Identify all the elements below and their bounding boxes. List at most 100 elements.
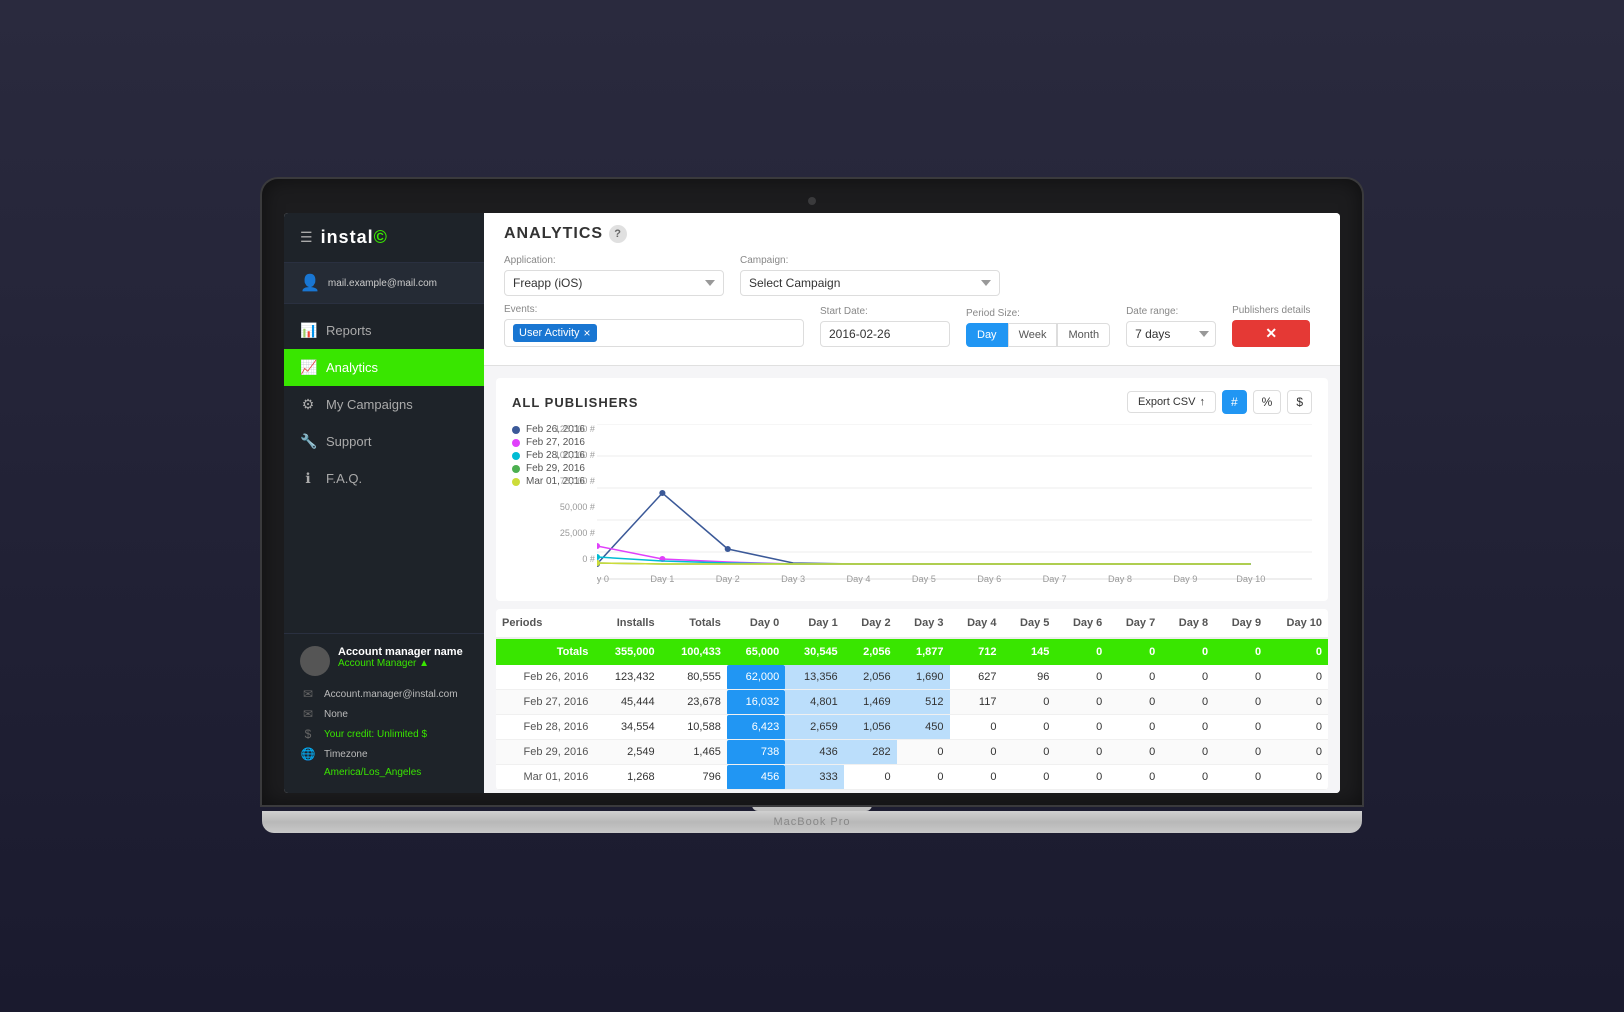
campaign-select[interactable]: Select Campaign: [740, 270, 1000, 296]
totals-val-7: 145: [1002, 638, 1055, 665]
table-body: Totals355,000100,43365,00030,5452,0561,8…: [496, 638, 1328, 790]
row-period: Feb 26, 2016: [496, 665, 594, 690]
row-day-0: 738: [727, 740, 785, 765]
analytics-label: Analytics: [326, 360, 378, 375]
row-day-9: 0: [1214, 690, 1267, 715]
publishers-label: Publishers details: [1232, 305, 1310, 316]
user-email: mail.example@mail.com: [328, 278, 437, 289]
table-row: Feb 27, 201645,44423,67816,0324,8011,469…: [496, 690, 1328, 715]
col-day7: Day 7: [1108, 609, 1161, 638]
clear-button[interactable]: ✕: [1232, 320, 1310, 347]
campaign-label: Campaign:: [740, 255, 1000, 266]
logo-text: instal©: [321, 227, 388, 248]
row-day-2: 282: [844, 740, 897, 765]
row-day-8: 0: [1161, 765, 1214, 790]
sidebar-item-analytics[interactable]: 📈 Analytics: [284, 349, 484, 386]
export-csv-button[interactable]: Export CSV ↑: [1127, 391, 1216, 413]
legend-dot-1: [512, 439, 520, 447]
totals-val-2: 65,000: [727, 638, 785, 665]
camera: [808, 197, 816, 205]
timezone-icon: 🌐: [300, 747, 316, 761]
screen-bezel: ☰ instal© 👤 mail.example@mail.com 📊 Repo…: [262, 179, 1362, 805]
sidebar-logo: ☰ instal©: [284, 213, 484, 263]
reports-icon: 📊: [300, 322, 316, 339]
row-day-4: 117: [950, 690, 1003, 715]
totals-row: Totals355,000100,43365,00030,5452,0561,8…: [496, 638, 1328, 665]
row-day-4: 0: [950, 765, 1003, 790]
period-month-btn[interactable]: Month: [1057, 323, 1110, 347]
account-timezone-row: 🌐 Timezone: [300, 744, 468, 764]
view-hash-button[interactable]: #: [1222, 390, 1247, 414]
table-section: Periods Installs Totals Day 0 Day 1 Day …: [496, 609, 1328, 790]
period-week-btn[interactable]: Week: [1008, 323, 1058, 347]
view-percent-button[interactable]: %: [1253, 390, 1282, 414]
svg-text:Day 9: Day 9: [1173, 574, 1197, 584]
svg-text:Day 7: Day 7: [1043, 574, 1067, 584]
row-day-2: 1,056: [844, 715, 897, 740]
row-day-3: 1,690: [897, 665, 950, 690]
laptop-brand: MacBook Pro: [773, 816, 850, 828]
y-label-2: 75,000 #: [547, 476, 595, 486]
application-select[interactable]: Freapp (iOS): [504, 270, 724, 296]
sidebar-item-campaigns[interactable]: ⚙ My Campaigns: [284, 386, 484, 423]
row-day-5: 0: [1002, 765, 1055, 790]
row-installs: 123,432: [594, 665, 660, 690]
col-day5: Day 5: [1002, 609, 1055, 638]
campaigns-label: My Campaigns: [326, 397, 413, 412]
chart-area: 125,000 # 100,000 # 75,000 # 50,000 # 25…: [597, 424, 1312, 589]
events-input[interactable]: User Activity ×: [504, 319, 804, 347]
totals-val-11: 0: [1214, 638, 1267, 665]
sidebar-user[interactable]: 👤 mail.example@mail.com: [284, 263, 484, 304]
line-mar01: [597, 563, 1251, 564]
row-day-3: 0: [897, 740, 950, 765]
row-totals: 1,465: [661, 740, 727, 765]
y-label-0: 125,000 #: [547, 424, 595, 434]
daterange-group: Date range: 7 days: [1126, 306, 1216, 347]
period-day-btn[interactable]: Day: [966, 323, 1008, 347]
col-totals: Totals: [661, 609, 727, 638]
row-totals: 796: [661, 765, 727, 790]
row-day-4: 0: [950, 715, 1003, 740]
daterange-select[interactable]: 7 days: [1126, 321, 1216, 347]
clear-group: Publishers details ✕: [1232, 305, 1310, 347]
sidebar-item-reports[interactable]: 📊 Reports: [284, 312, 484, 349]
start-date-input[interactable]: [820, 321, 950, 347]
application-label: Application:: [504, 255, 724, 266]
daterange-label: Date range:: [1126, 306, 1216, 317]
svg-text:Day 1: Day 1: [650, 574, 674, 584]
row-day-2: 2,056: [844, 665, 897, 690]
support-label: Support: [326, 434, 372, 449]
row-day-1: 333: [785, 765, 843, 790]
svg-text:Day 6: Day 6: [977, 574, 1001, 584]
email-icon: ✉: [300, 687, 316, 701]
reports-label: Reports: [326, 323, 372, 338]
svg-text:Day 0: Day 0: [597, 574, 609, 584]
start-date-label: Start Date:: [820, 306, 950, 317]
sidebar-item-faq[interactable]: ℹ F.A.Q.: [284, 460, 484, 497]
row-totals: 10,588: [661, 715, 727, 740]
row-totals: 23,678: [661, 690, 727, 715]
row-day-7: 0: [1108, 765, 1161, 790]
totals-val-4: 2,056: [844, 638, 897, 665]
sidebar-item-support[interactable]: 🔧 Support: [284, 423, 484, 460]
legend-dot-2: [512, 452, 520, 460]
col-installs: Installs: [594, 609, 660, 638]
chart-body: Feb 26, 2016 Feb 27, 2016 Feb 28, 2016: [512, 424, 1312, 589]
help-icon[interactable]: ?: [609, 225, 627, 243]
hamburger-icon[interactable]: ☰: [300, 229, 313, 246]
col-day6: Day 6: [1055, 609, 1108, 638]
row-day-5: 0: [1002, 715, 1055, 740]
view-dollar-button[interactable]: $: [1287, 390, 1312, 414]
col-periods: Periods: [496, 609, 594, 638]
row-day-2: 1,469: [844, 690, 897, 715]
account-role: Account Manager ▲: [338, 658, 463, 669]
account-email: Account.manager@instal.com: [324, 689, 458, 700]
row-day-0: 62,000: [727, 665, 785, 690]
application-group: Application: Freapp (iOS): [504, 255, 724, 296]
campaign-group: Campaign: Select Campaign: [740, 255, 1000, 296]
event-tag-close[interactable]: ×: [584, 326, 591, 340]
svg-text:Day 3: Day 3: [781, 574, 805, 584]
row-day-0: 456: [727, 765, 785, 790]
col-day2: Day 2: [844, 609, 897, 638]
row-day-3: 450: [897, 715, 950, 740]
